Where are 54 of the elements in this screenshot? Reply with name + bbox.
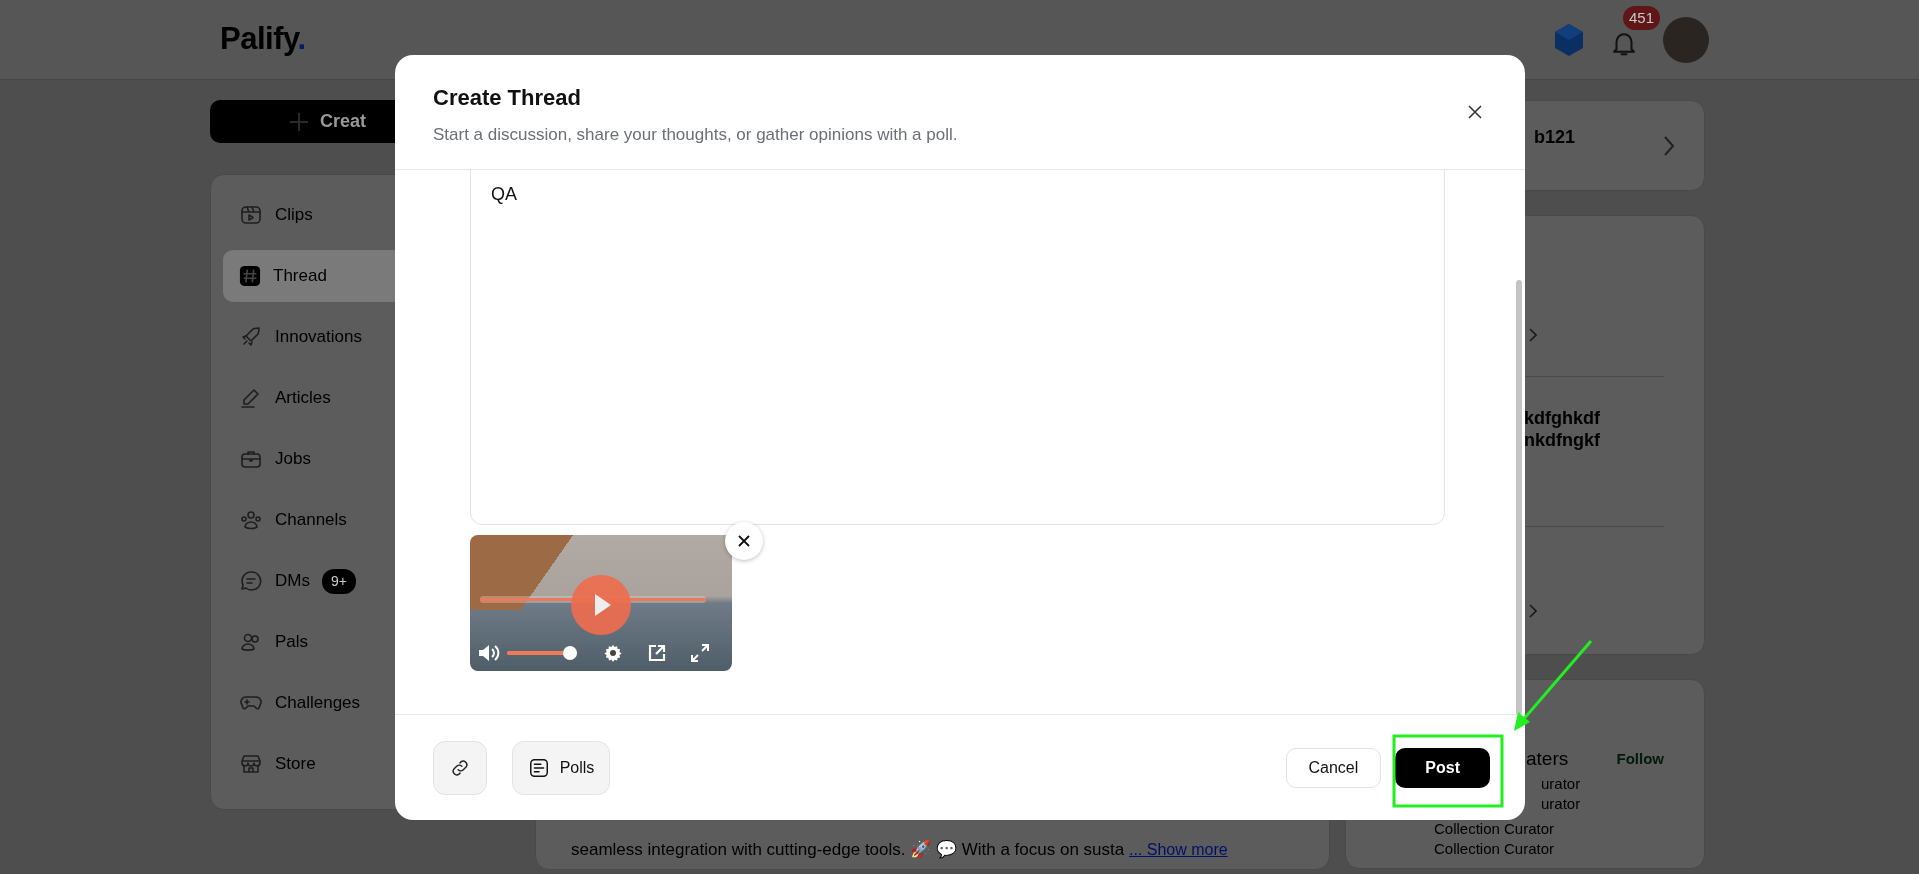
play-icon[interactable]	[571, 575, 631, 635]
post-title-line: kdfghkdf	[1524, 407, 1601, 429]
post-button[interactable]: Post	[1395, 747, 1490, 788]
post-excerpt: seamless integration with cutting-edge tools. 🚀 💬 With a focus on susta	[571, 840, 1125, 859]
sidebar-label: Challenges	[275, 692, 361, 715]
cube-icon[interactable]	[1553, 22, 1585, 57]
sidebar-label: Jobs	[275, 448, 311, 471]
sidebar-item[interactable]: Store	[223, 738, 497, 790]
suggested-user-name: aters	[1526, 747, 1569, 771]
count-badge: 9+	[321, 568, 356, 594]
sidebar-label: Clips	[275, 204, 313, 227]
clapper-icon	[239, 203, 263, 227]
sidebar-item[interactable]: Challenges	[223, 677, 497, 729]
scrollbar-thumb[interactable]	[1516, 280, 1522, 714]
people-icon	[239, 508, 263, 532]
chevron-right-icon[interactable]	[1529, 604, 1537, 618]
avatar[interactable]	[1663, 16, 1709, 63]
rocket-icon	[239, 325, 263, 349]
text-input-field[interactable]: QA	[470, 170, 1445, 525]
notification-badge: 451	[1623, 5, 1661, 30]
volume-slider[interactable]	[507, 645, 577, 661]
close-icon	[737, 534, 751, 548]
sidebar-item[interactable]: DMs 9+	[223, 555, 497, 607]
sidebar-label: Channels	[275, 509, 347, 532]
show-more-link[interactable]: ... Show more	[1128, 841, 1228, 858]
link-button[interactable]	[433, 740, 487, 795]
volume-icon[interactable]	[478, 643, 500, 663]
user-role: Collection Curator	[1434, 818, 1556, 839]
follow-link[interactable]: Follow	[1616, 748, 1664, 771]
logo[interactable]: Palify.	[220, 16, 306, 63]
fullscreen-icon[interactable]	[691, 644, 709, 662]
chat-icon	[239, 569, 263, 593]
sidebar-label: Store	[275, 753, 316, 776]
user-role: urator	[1540, 793, 1582, 814]
remove-attachment-button[interactable]	[725, 522, 763, 560]
user-role: Collection Curator	[1434, 838, 1556, 859]
user-role: urator	[1540, 773, 1582, 794]
plus-icon	[288, 110, 310, 133]
external-link-icon[interactable]	[648, 644, 666, 662]
list-icon	[527, 756, 550, 779]
chevron-right-icon[interactable]	[1529, 327, 1537, 342]
cancel-button[interactable]: Cancel	[1285, 747, 1382, 788]
post-title-line: nkdfngkf	[1524, 429, 1601, 451]
profile-name: b121	[1534, 126, 1576, 149]
polls-button[interactable]: Polls	[512, 740, 610, 795]
shop-icon	[239, 752, 263, 776]
sidebar-label: Thread	[273, 265, 327, 288]
hash-icon	[239, 265, 261, 287]
sidebar-label: Innovations	[275, 326, 362, 349]
sidebar-label: Pals	[275, 631, 309, 654]
sidebar-label: Articles	[275, 387, 331, 410]
settings-icon[interactable]	[604, 644, 622, 662]
sidebar-item[interactable]: Pals	[223, 616, 497, 668]
sidebar-label: DMs	[275, 570, 310, 593]
